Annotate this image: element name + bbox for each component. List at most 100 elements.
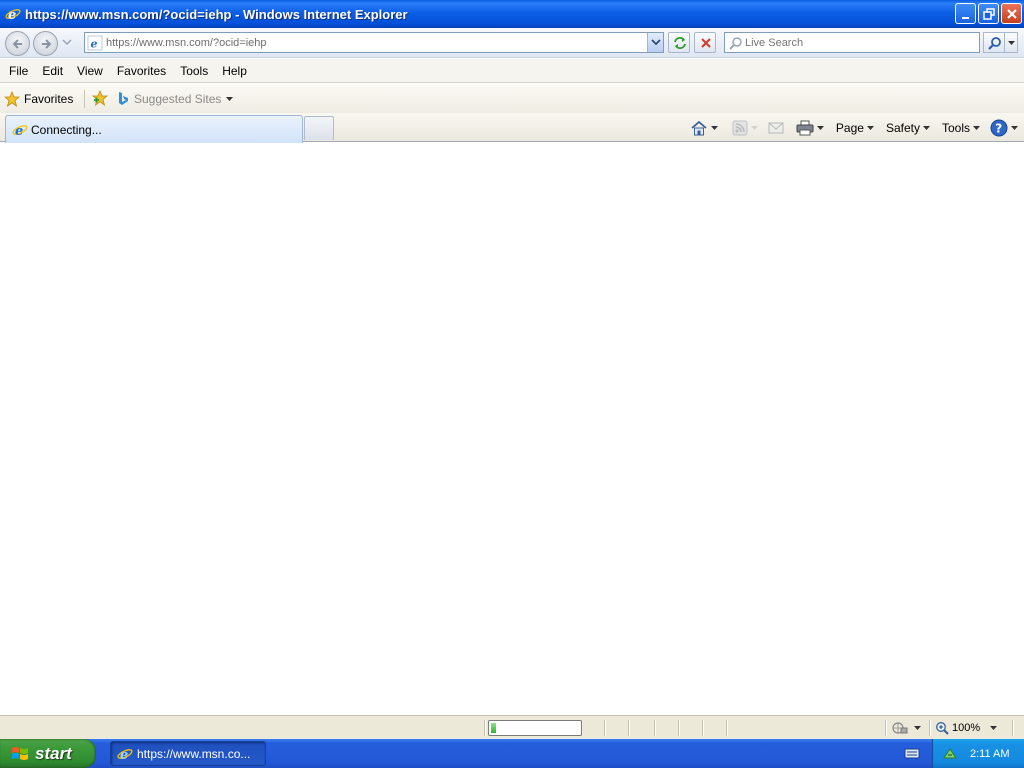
search-go-button[interactable]	[983, 32, 1005, 53]
menu-edit[interactable]: Edit	[35, 60, 70, 82]
tab-active[interactable]: e Connecting...	[5, 115, 303, 143]
chevron-down-icon	[866, 125, 874, 130]
taskbar: start e https://www.msn.co... 2:11 AM	[0, 739, 1024, 768]
page-ie-icon: e	[87, 35, 103, 50]
page-content-area[interactable]	[0, 143, 1024, 715]
search-options-dropdown[interactable]	[1005, 32, 1018, 53]
restore-icon	[983, 8, 995, 20]
menu-file[interactable]: File	[0, 60, 35, 82]
stop-icon	[701, 38, 711, 48]
status-bar: 100%	[0, 715, 1024, 739]
tab-row: e Connecting... Page Safety Tools ?	[0, 113, 1024, 143]
rss-feed-icon	[732, 120, 748, 136]
chevron-down-icon	[750, 125, 758, 130]
chevron-down-icon[interactable]	[816, 125, 824, 131]
status-divider	[678, 720, 679, 736]
zoom-level: 100%	[952, 722, 981, 734]
protected-mode-button[interactable]	[892, 721, 921, 735]
recent-pages-dropdown-icon[interactable]	[62, 39, 72, 47]
mail-icon	[768, 122, 784, 134]
zoom-button[interactable]: 100%	[935, 720, 998, 736]
menu-view[interactable]: View	[70, 60, 110, 82]
ie-logo-icon: e	[12, 124, 28, 138]
suggested-sites-button[interactable]: Suggested Sites	[116, 89, 234, 109]
svg-text:?: ?	[995, 122, 1002, 136]
chevron-down-icon	[651, 39, 661, 46]
title-bar[interactable]: e https://www.msn.com/?ocid=iehp - Windo…	[0, 0, 1024, 28]
chevron-down-icon	[990, 725, 998, 730]
loading-progress-bar	[488, 720, 582, 736]
progress-fill	[491, 723, 496, 733]
menu-favorites[interactable]: Favorites	[110, 60, 173, 82]
chevron-down-icon	[922, 125, 930, 130]
back-button[interactable]	[5, 31, 30, 56]
stop-button[interactable]	[694, 32, 716, 53]
chevron-down-icon[interactable]	[710, 125, 718, 131]
printer-icon	[796, 120, 814, 136]
taskbar-item-label: https://www.msn.co...	[137, 746, 251, 761]
magnifier-icon	[988, 37, 1001, 50]
menu-tools[interactable]: Tools	[173, 60, 215, 82]
menu-help[interactable]: Help	[215, 60, 254, 82]
zone-globe-lock-icon	[892, 722, 908, 734]
help-menu-button[interactable]: ?	[990, 119, 1018, 137]
network-icon[interactable]	[942, 746, 958, 762]
print-button[interactable]	[796, 120, 824, 136]
status-divider	[604, 720, 605, 736]
status-divider	[702, 720, 703, 736]
status-divider	[929, 720, 930, 736]
forward-arrow-icon	[42, 39, 52, 49]
tools-menu-button[interactable]: Tools	[942, 121, 980, 135]
feeds-button[interactable]	[732, 120, 758, 136]
search-input[interactable]	[745, 36, 965, 49]
favorites-bar: Favorites Suggested Sites	[0, 84, 1024, 113]
minimize-button[interactable]	[955, 3, 976, 24]
home-button[interactable]	[690, 120, 718, 136]
search-icon	[729, 36, 742, 50]
menu-bar: File Edit View Favorites Tools Help	[0, 59, 1024, 83]
window-title: https://www.msn.com/?ocid=iehp - Windows…	[25, 6, 408, 22]
clock[interactable]: 2:11 AM	[970, 748, 1010, 760]
ie-logo-icon: e	[117, 748, 133, 762]
svg-text:e: e	[91, 37, 98, 50]
page-menu-button[interactable]: Page	[836, 121, 874, 135]
taskbar-item-internet-explorer[interactable]: e https://www.msn.co...	[110, 741, 266, 766]
bing-icon	[119, 92, 128, 105]
favorites-separator	[84, 90, 85, 108]
read-mail-button[interactable]	[768, 121, 784, 135]
address-dropdown-button[interactable]	[647, 33, 663, 52]
tools-menu-label: Tools	[941, 121, 970, 135]
status-divider	[628, 720, 629, 736]
close-icon	[1007, 9, 1017, 19]
chevron-down-icon	[914, 725, 921, 730]
add-to-favorites-bar-icon[interactable]	[91, 90, 109, 106]
refresh-button[interactable]	[668, 32, 690, 53]
safety-menu-label: Safety	[885, 121, 920, 135]
start-button[interactable]: start	[0, 739, 96, 768]
status-divider	[484, 720, 485, 736]
new-tab-button[interactable]	[304, 116, 334, 140]
svg-text:e: e	[120, 748, 128, 762]
safety-menu-button[interactable]: Safety	[886, 121, 930, 135]
home-icon	[691, 120, 707, 136]
favorites-label: Favorites	[24, 92, 74, 106]
forward-button[interactable]	[33, 31, 58, 56]
favorites-star-icon	[4, 91, 20, 107]
search-box[interactable]	[724, 32, 980, 53]
zoom-magnifier-icon	[936, 722, 949, 735]
keyboard-language-icon[interactable]	[904, 746, 920, 760]
url-input[interactable]	[106, 36, 646, 49]
favorites-button[interactable]: Favorites	[4, 88, 79, 110]
status-divider	[885, 720, 886, 736]
chevron-down-icon	[973, 125, 980, 130]
windows-flag-icon	[12, 746, 28, 760]
restore-button[interactable]	[978, 3, 999, 24]
ie-logo-icon: e	[5, 8, 21, 22]
page-menu-label: Page	[835, 121, 864, 135]
close-button[interactable]	[1001, 3, 1022, 24]
status-divider	[654, 720, 655, 736]
tab-title: Connecting...	[31, 122, 102, 137]
suggested-sites-label: Suggested Sites	[134, 92, 222, 106]
help-icon: ?	[990, 119, 1008, 137]
address-bar[interactable]: e	[84, 32, 664, 53]
